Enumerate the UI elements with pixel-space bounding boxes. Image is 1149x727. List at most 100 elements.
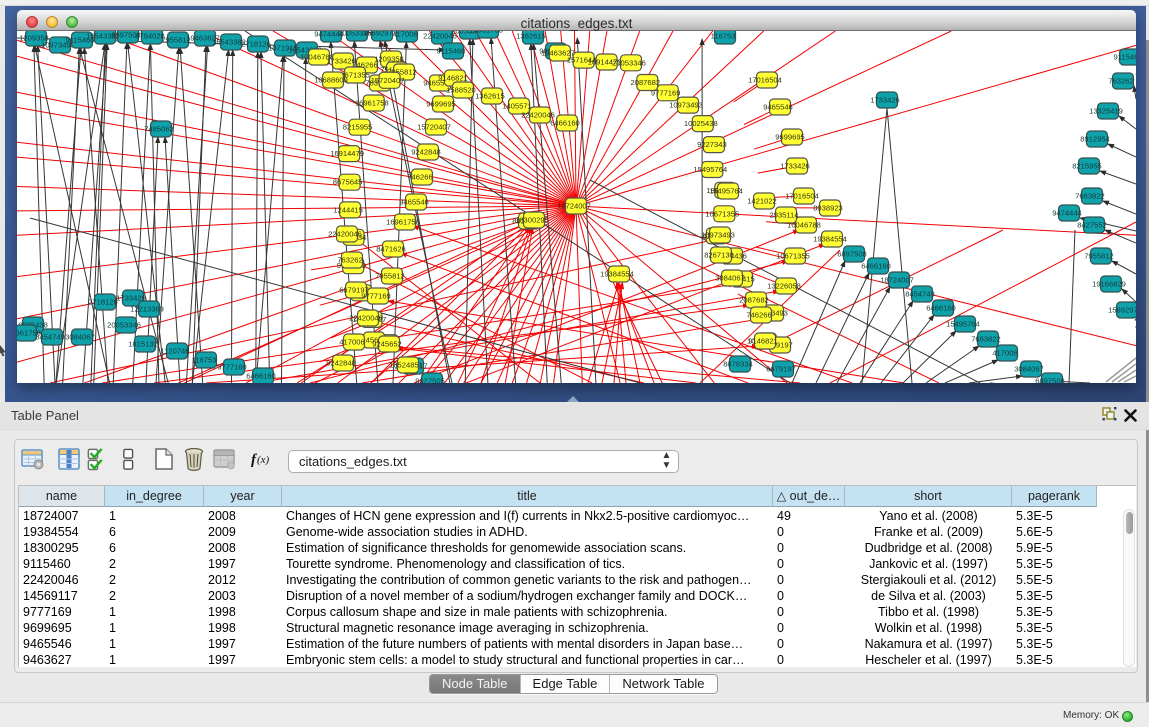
svg-text:19384554: 19384554: [600, 270, 634, 279]
svg-text:9474444: 9474444: [1052, 209, 1082, 218]
svg-text:1120746: 1120746: [161, 347, 190, 356]
svg-text:8267130: 8267130: [704, 251, 734, 260]
svg-text:8454749: 8454749: [905, 290, 935, 299]
svg-text:3084067: 3084067: [65, 333, 95, 342]
svg-text:6897508: 6897508: [1035, 377, 1065, 384]
svg-text:763262: 763262: [337, 256, 362, 265]
svg-text:746266: 746266: [746, 311, 771, 320]
svg-text:7955812: 7955812: [375, 272, 405, 281]
svg-text:116753: 116753: [711, 32, 736, 41]
svg-text:8454749: 8454749: [35, 333, 65, 342]
svg-text:9699695: 9699695: [775, 133, 805, 142]
svg-text:7955812: 7955812: [1084, 252, 1114, 261]
svg-text:417006: 417006: [339, 338, 364, 347]
svg-text:9115460: 9115460: [1114, 53, 1137, 62]
svg-text:15720407: 15720407: [371, 76, 405, 85]
svg-text:10025438: 10025438: [684, 119, 718, 128]
svg-text:19384554: 19384554: [813, 235, 847, 244]
svg-text:22420046: 22420046: [349, 314, 383, 323]
svg-text:116753: 116753: [192, 356, 217, 365]
svg-text:1421022: 1421022: [747, 197, 777, 206]
svg-text:3084067: 3084067: [715, 274, 745, 283]
svg-text:8427552: 8427552: [1077, 221, 1107, 230]
svg-text:3084067: 3084067: [1014, 365, 1044, 374]
svg-text:1362615: 1362615: [516, 32, 546, 41]
svg-text:6679197: 6679197: [766, 365, 796, 374]
svg-text:8675645: 8675645: [333, 178, 363, 187]
svg-text:6466160: 6466160: [246, 372, 276, 381]
svg-text:18524851: 18524851: [389, 361, 423, 370]
svg-text:16961758: 16961758: [469, 31, 503, 35]
svg-text:6466160: 6466160: [926, 304, 956, 313]
svg-text:9146821: 9146821: [438, 74, 468, 83]
svg-text:1244415: 1244415: [333, 205, 363, 214]
svg-text:(x): (x): [257, 454, 270, 466]
svg-text:15495764: 15495764: [709, 187, 743, 196]
svg-text:6466160: 6466160: [550, 119, 580, 128]
svg-text:7663822: 7663822: [1075, 192, 1105, 201]
svg-text:15495764: 15495764: [946, 320, 980, 329]
svg-text:9242848: 9242848: [326, 359, 356, 368]
svg-text:9465546: 9465546: [399, 198, 429, 207]
svg-text:1405571: 1405571: [502, 102, 532, 111]
svg-text:17016504: 17016504: [748, 76, 782, 85]
svg-text:12213369: 12213369: [130, 305, 164, 314]
svg-text:10973493: 10973493: [701, 231, 735, 240]
svg-text:9777169: 9777169: [361, 292, 391, 301]
svg-text:1362615: 1362615: [475, 92, 505, 101]
svg-text:9245652: 9245652: [372, 340, 402, 349]
svg-text:22420046: 22420046: [328, 230, 362, 239]
svg-text:746266: 746266: [407, 173, 432, 182]
svg-text:1815132: 1815132: [128, 340, 158, 349]
svg-text:9227343: 9227343: [697, 140, 727, 149]
svg-text:20053346: 20053346: [612, 58, 646, 67]
svg-text:9146821: 9146821: [748, 337, 778, 346]
svg-text:1588520: 1588520: [446, 86, 476, 95]
svg-text:9777169: 9777169: [651, 88, 681, 97]
svg-text:7485063: 7485063: [144, 125, 174, 134]
svg-text:20053346: 20053346: [107, 321, 141, 330]
svg-text:10973493: 10973493: [669, 101, 703, 110]
svg-text:16961758: 16961758: [355, 99, 389, 108]
svg-text:1733426: 1733426: [870, 96, 900, 105]
svg-text:763262: 763262: [1108, 77, 1133, 86]
svg-text:2718126: 2718126: [88, 298, 118, 307]
svg-text:8215955: 8215955: [343, 123, 373, 132]
svg-text:9465546: 9465546: [763, 103, 793, 112]
svg-text:15692971: 15692971: [1108, 306, 1136, 315]
svg-text:9115460: 9115460: [437, 47, 466, 56]
svg-text:13325419: 13325419: [1089, 107, 1123, 116]
svg-text:417006: 417006: [992, 349, 1017, 358]
svg-text:2087682: 2087682: [739, 296, 769, 305]
svg-text:15720407: 15720407: [417, 123, 451, 132]
svg-text:8938923: 8938923: [813, 204, 843, 213]
svg-text:2935114: 2935114: [770, 211, 799, 220]
svg-text:8912954: 8912954: [1080, 135, 1110, 144]
svg-text:15495764: 15495764: [693, 165, 727, 174]
svg-text:16961758: 16961758: [386, 218, 420, 227]
svg-text:10671355: 10671355: [705, 209, 739, 218]
svg-text:8471626: 8471626: [376, 245, 406, 254]
svg-text:10688609: 10688609: [314, 76, 348, 85]
svg-text:9327505: 9327505: [415, 377, 445, 384]
svg-text:19166829: 19166829: [1092, 280, 1126, 289]
svg-text:2087682: 2087682: [631, 78, 661, 87]
svg-text:2718126: 2718126: [241, 40, 271, 49]
svg-text:18724007: 18724007: [557, 202, 591, 211]
svg-text:7663822: 7663822: [971, 335, 1001, 344]
svg-text:1733426: 1733426: [780, 162, 810, 171]
svg-text:18724007: 18724007: [880, 276, 914, 285]
svg-text:9699695: 9699695: [426, 100, 456, 109]
svg-text:417006: 417006: [392, 31, 417, 39]
svg-text:6466160: 6466160: [861, 262, 891, 271]
svg-text:10671355: 10671355: [776, 252, 810, 261]
svg-text:18300295: 18300295: [515, 216, 549, 225]
svg-text:16914479: 16914479: [330, 149, 364, 158]
svg-text:13226058: 13226058: [767, 282, 801, 291]
svg-text:6897508: 6897508: [837, 250, 867, 259]
svg-text:17016504: 17016504: [785, 192, 819, 201]
svg-text:8215955: 8215955: [1072, 162, 1102, 171]
svg-text:8878334: 8878334: [723, 360, 753, 369]
svg-text:9242848: 9242848: [411, 148, 441, 157]
svg-text:9777169: 9777169: [217, 363, 247, 372]
